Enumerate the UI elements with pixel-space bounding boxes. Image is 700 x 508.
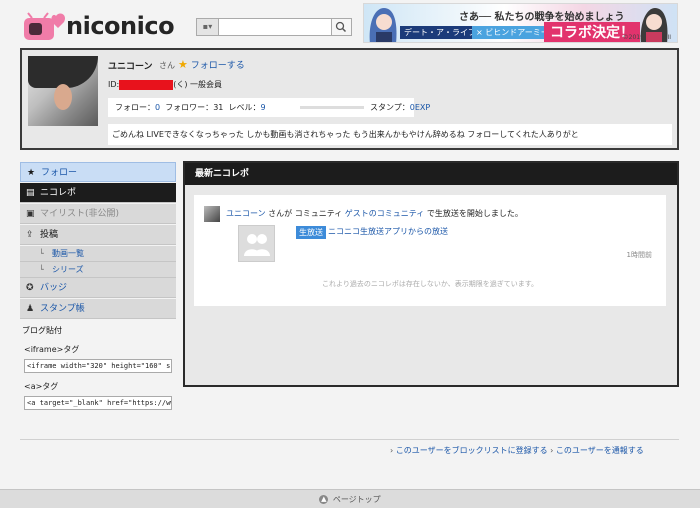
stamp-icon: ♟ [26,304,35,314]
tv-logo-icon [24,12,66,40]
stamp-exp: 0EXP [409,103,431,112]
report-text: ユニコーン さんが コミュニティ ゲストのコミュニティ で生放送を開始しました。 [226,209,523,218]
tv-icon: ▪▾ [202,22,213,31]
document-icon: ▤ [26,188,35,198]
sidebar-item-label: スタンプ帳 [40,304,85,314]
live-badge: 生放送 [296,226,326,239]
page-top-label: ページトップ [332,495,381,504]
follow-label: フォローする [190,61,245,71]
redacted-id [119,79,174,90]
sidebar-item-series[interactable]: └ シリーズ [20,262,176,278]
chevron-right-icon: › [390,446,394,455]
sidebar-item-nicorepo[interactable]: ▤ ニコレポ [20,183,176,203]
guest-community-icon [244,234,270,256]
honorific: さん [159,61,175,70]
nicorepo-panel: 最新ニコレポ ユニコーン さんが コミュニティ ゲストのコミュニティ で生放送を… [183,161,679,387]
ad-banner[interactable]: さあ── 私たちの戦争を始めましょう デート・ア・ライブⅢ × ビヒンドアーミー… [363,3,678,43]
user-description: ごめんね LIVEできなくなっちゃった しかも動画も消されちゃった もう出来んか… [108,124,672,145]
sidebar-item-label: フォロー [41,168,78,178]
banner-partner: × ビヒンドアーミー [472,26,553,39]
sidebar-item-stamps[interactable]: ♟ スタンプ帳 [20,299,176,319]
block-user-link[interactable]: このユーザーをブロックリストに登録する [396,446,548,455]
sidebar-item-label: マイリスト(非公開) [40,209,120,219]
report-avatar[interactable] [204,206,220,222]
report-user-link[interactable]: このユーザーを通報する [556,446,644,455]
live-app-link[interactable]: ニコニコ生放送アプリからの放送 [328,226,448,237]
sidebar-item-posts[interactable]: ⇪ 投稿 [20,225,176,245]
upload-icon: ⇪ [26,230,34,240]
blog-embed-section: ブログ貼付 <iframe>タグ <iframe width="320" hei… [20,325,176,410]
report-user-link[interactable]: ユニコーン [226,209,266,218]
sidebar-item-label: 投稿 [40,230,59,240]
niconico-logo[interactable]: niconico [20,4,190,44]
panel-title: 最新ニコレポ [185,163,677,185]
logo-text: niconico [66,12,175,40]
up-arrow-icon: ▲ [319,495,329,504]
profile-card: ユニコーン さん ★ フォローする ID: (く) 一般会員 フォロー：0 フォロ… [20,48,679,150]
sidebar-item-label: バッジ [40,283,68,293]
sidebar-item-label: 動画一覧 [52,249,84,258]
id-label: ID: [108,80,120,89]
username: ユニコーン [108,62,153,72]
badge-icon: ✪ [26,283,34,293]
star-icon: ★ [27,168,36,178]
a-code-field[interactable]: <a target="_blank" href="https://www. [24,396,172,410]
iframe-code-field[interactable]: <iframe width="320" height="160" src [24,359,172,373]
iframe-tag-label: <iframe>タグ [24,345,80,354]
sidebar-item-follow[interactable]: ★ フォロー [20,162,176,182]
sidebar: ★ フォロー ▤ ニコレポ ▣ マイリスト(非公開) ⇪ 投稿 └ 動画一覧 └… [20,162,176,410]
level-progress-bar [300,106,364,109]
search-box: ▪▾ [196,18,352,36]
bookmark-icon: ▣ [26,209,35,219]
anime-girl-image [369,8,397,42]
a-tag-label: <a>タグ [24,382,59,391]
sidebar-item-video-list[interactable]: └ 動画一覧 [20,246,176,262]
search-icon [335,21,347,33]
search-input[interactable] [220,19,330,35]
corner-icon: └ [39,249,44,258]
chevron-right-icon: › [550,446,554,455]
page-top-bar[interactable]: ▲ ページトップ [0,489,700,508]
sidebar-item-badges[interactable]: ✪ バッジ [20,278,176,298]
nicorepo-item: ユニコーン さんが コミュニティ ゲストのコミュニティ で生放送を開始しました。… [194,195,666,306]
no-more-reports-note: これより過去のニコレポは存在しないか、表示期限を過ぎています。 [321,280,539,288]
follower-count-label: フォロワー： [165,103,214,112]
user-action-links: › このユーザーをブロックリストに登録する › このユーザーを通報する [390,445,644,456]
follower-count: 31 [213,103,224,112]
follow-count[interactable]: 0 [155,103,160,112]
anime-girl-image [640,8,668,42]
follow-button[interactable]: ★ フォローする [178,58,245,71]
member-type: (く) 一般会員 [173,80,223,89]
blog-embed-title: ブログ貼付 [22,326,62,335]
banner-headline: さあ── 私たちの戦争を始めましょう [459,12,625,23]
sidebar-item-label: ニコレポ [40,188,77,198]
sidebar-item-label: シリーズ [52,265,84,274]
level-label: レベル： [228,103,261,112]
user-id-line: ID: (く) 一般会員 [108,79,222,90]
stamp-label: スタンプ： [370,103,410,112]
stats-bar: フォロー：0 フォロワー：31 レベル：9 スタンプ：0EXP [108,98,430,117]
level-value: 9 [260,103,266,112]
community-thumbnail[interactable] [238,225,275,262]
star-icon: ★ [178,58,188,71]
report-timestamp: 1時間前 [626,251,652,259]
community-link[interactable]: ゲストのコミュニティ [345,209,425,218]
search-category-select[interactable]: ▪▾ [197,19,219,35]
follow-count-label: フォロー： [115,103,155,112]
corner-icon: └ [39,265,44,274]
sidebar-item-mylist[interactable]: ▣ マイリスト(非公開) [20,204,176,224]
divider [20,439,679,440]
user-avatar[interactable] [28,56,98,126]
header: niconico ▪▾ さあ── 私たちの戦争を始めましょう デート・ア・ライブ… [0,0,700,46]
search-button[interactable] [331,19,351,35]
